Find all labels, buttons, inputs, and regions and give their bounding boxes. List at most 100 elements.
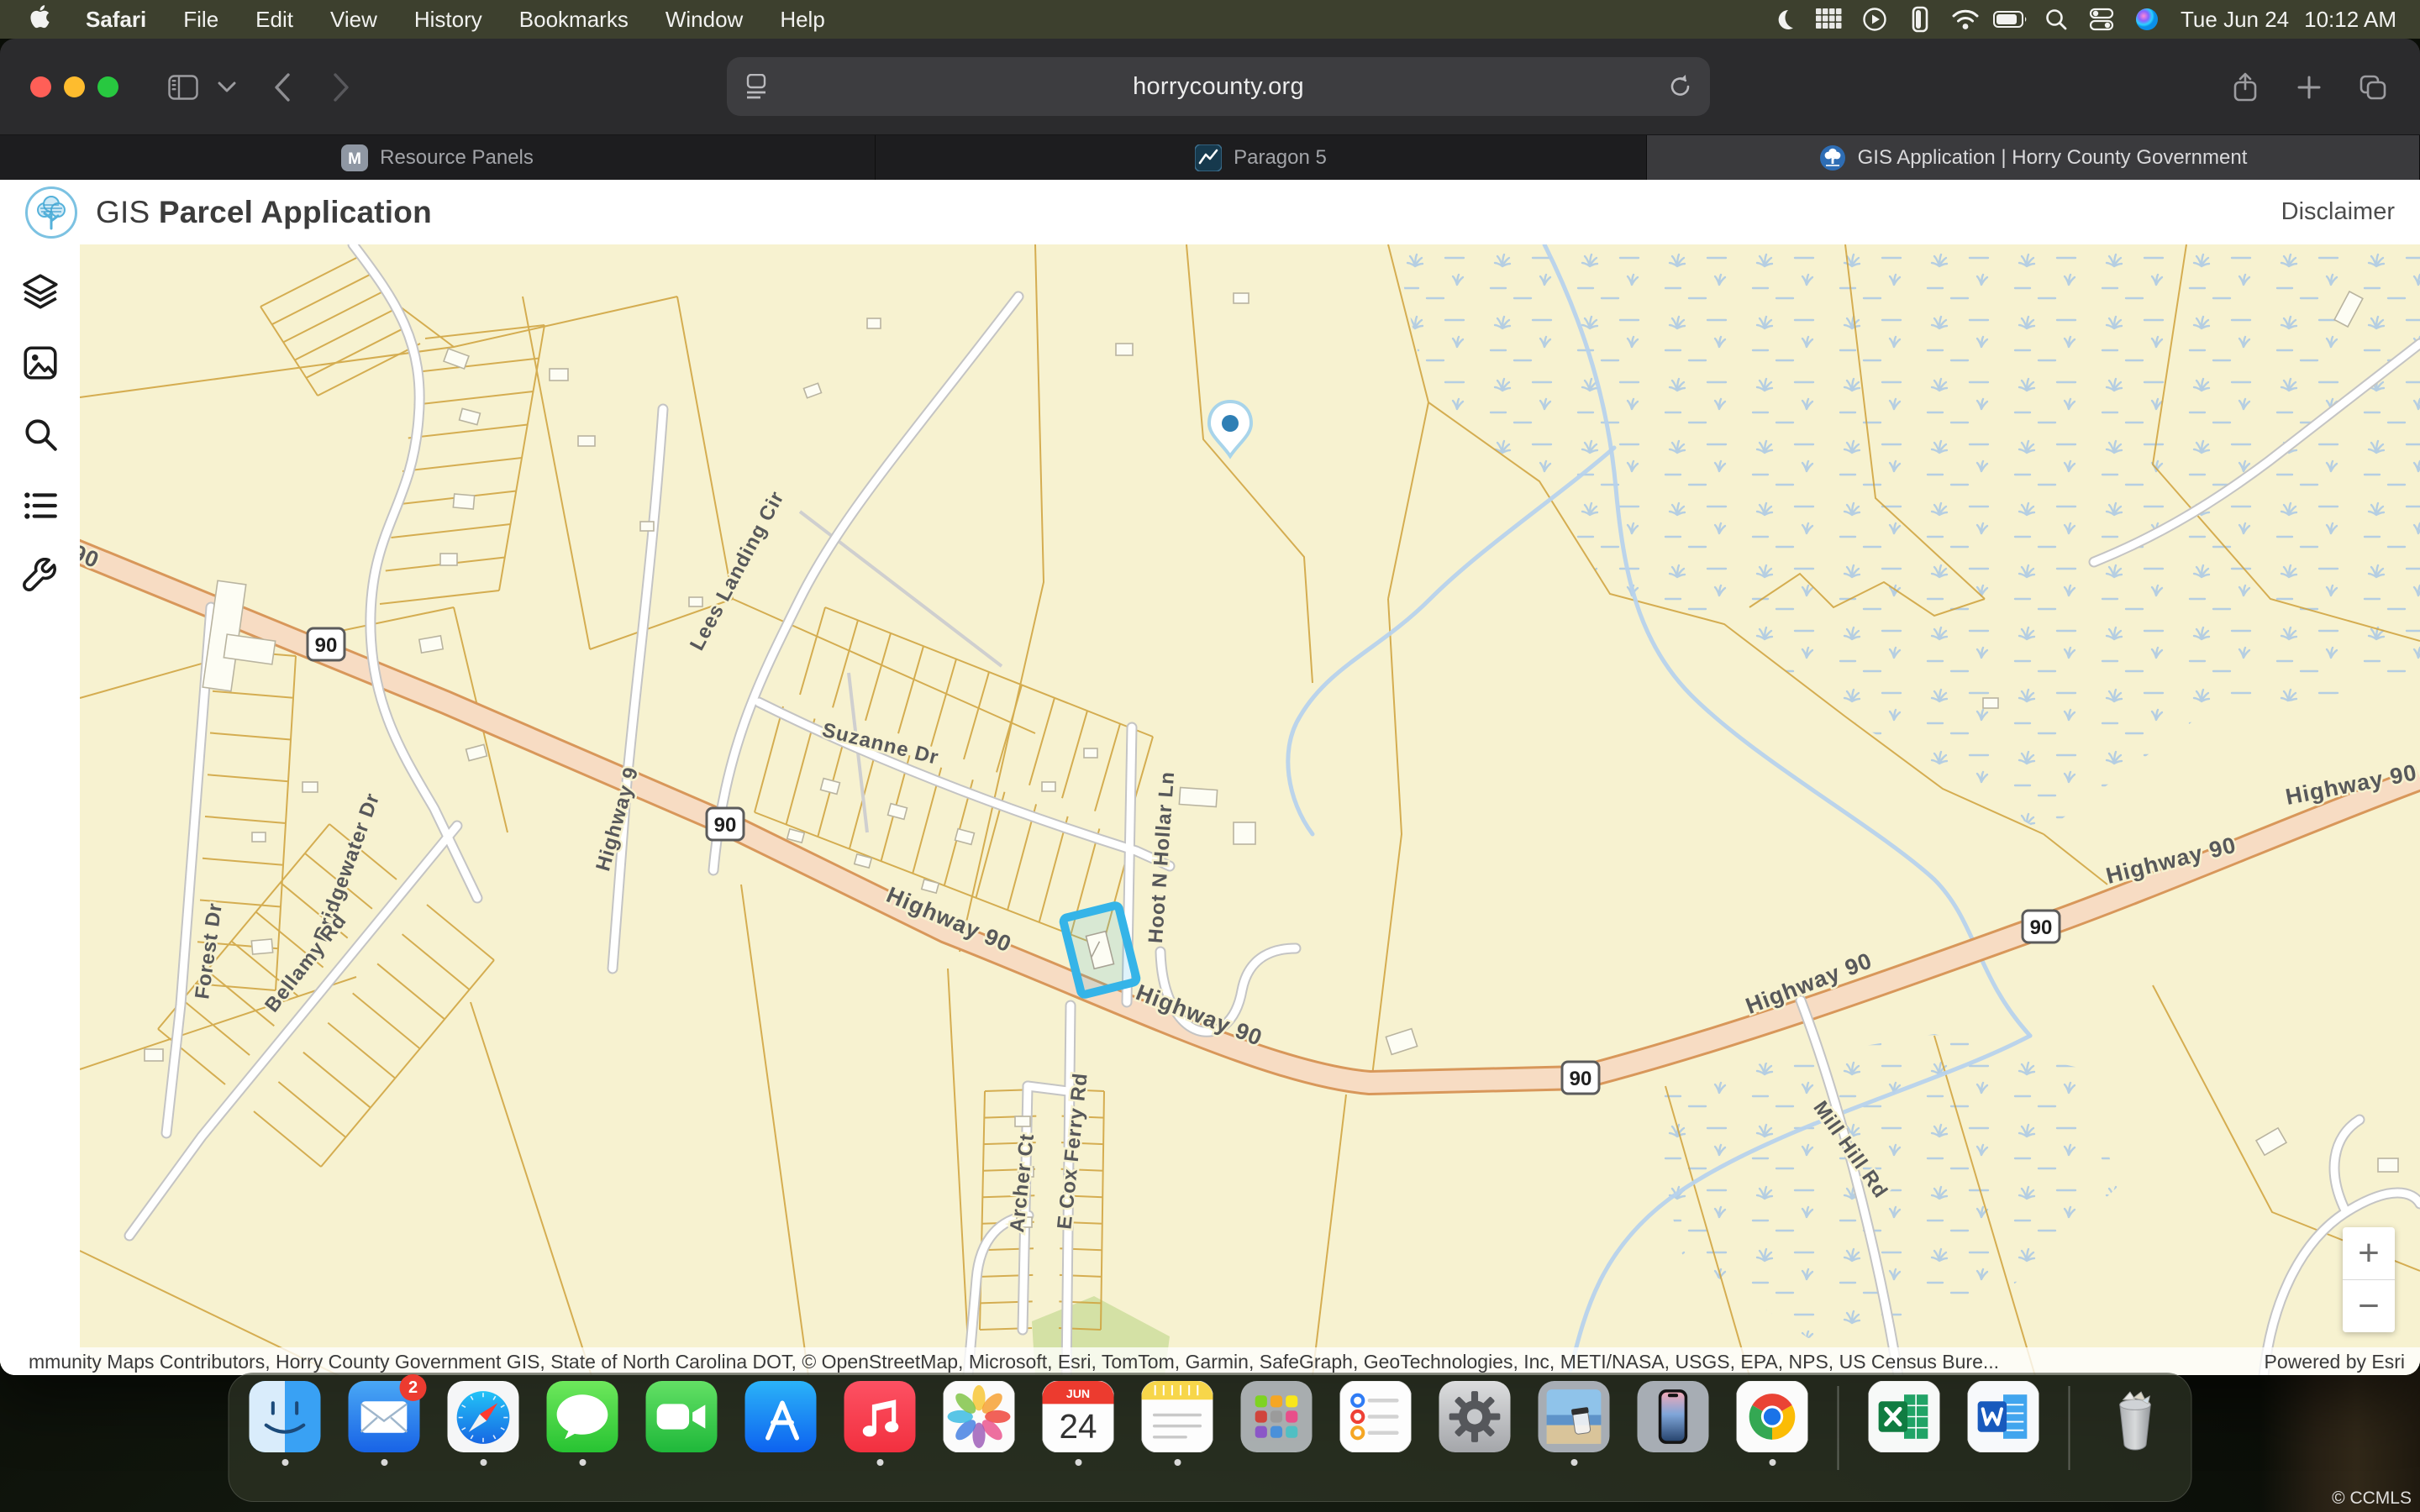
disclaimer-link[interactable]: Disclaimer xyxy=(2281,198,2395,226)
finder-icon xyxy=(250,1381,321,1452)
menu-item-view[interactable]: View xyxy=(312,0,396,39)
photo-viewer-icon xyxy=(1539,1381,1610,1452)
excel-icon xyxy=(1869,1381,1940,1452)
dock-item-system-settings[interactable] xyxy=(1439,1381,1511,1466)
back-button[interactable] xyxy=(266,71,299,104)
tab-1[interactable]: MResource Panels xyxy=(0,135,876,180)
page-title: GIS Parcel Application xyxy=(96,195,432,230)
address-bar[interactable]: horrycounty.org xyxy=(727,57,1710,116)
menu-item-bookmarks[interactable]: Bookmarks xyxy=(501,0,647,39)
dock-item-photo-viewer[interactable] xyxy=(1539,1381,1610,1466)
map-canvas[interactable]: Highway 90Highway 90Highway 90Highway 90… xyxy=(0,244,2420,1375)
menu-item-safari[interactable]: Safari xyxy=(67,0,165,39)
wallpaper-credit: © CCMLS xyxy=(2332,1488,2412,1509)
basemap-tool-icon[interactable] xyxy=(20,343,60,383)
menu-item-history[interactable]: History xyxy=(396,0,501,39)
tab-3[interactable]: GIS Application | Horry County Governmen… xyxy=(1647,135,2420,180)
dock-item-photos[interactable] xyxy=(944,1381,1015,1466)
dock-item-messages[interactable] xyxy=(547,1381,618,1466)
svg-text:24: 24 xyxy=(1059,1407,1097,1446)
share-button[interactable] xyxy=(2228,71,2262,104)
search-tool-icon[interactable] xyxy=(20,414,60,454)
menu-item-edit[interactable]: Edit xyxy=(237,0,312,39)
dock-item-word[interactable] xyxy=(1968,1381,2039,1466)
tab-2[interactable]: Paragon 5 xyxy=(876,135,1647,180)
spotlight-icon[interactable] xyxy=(2038,0,2075,39)
system-settings-icon xyxy=(1439,1381,1511,1452)
dock-item-calendar[interactable]: JUN 24 xyxy=(1043,1381,1114,1466)
running-indicator xyxy=(579,1459,586,1466)
running-indicator xyxy=(1769,1459,1776,1466)
siri-icon[interactable] xyxy=(2128,0,2165,39)
dock-item-reminders[interactable] xyxy=(1340,1381,1412,1466)
sidebar-toggle-icon[interactable] xyxy=(166,71,200,104)
display-icon[interactable] xyxy=(1902,0,1939,39)
browser-toolbar: horrycounty.org xyxy=(0,39,2420,134)
powered-by-esri: Powered by Esri xyxy=(2265,1351,2405,1373)
reload-icon[interactable] xyxy=(1651,74,1710,99)
gis-map[interactable]: Highway 90Highway 90Highway 90Highway 90… xyxy=(0,244,2420,1375)
window-minimize-button[interactable] xyxy=(64,76,85,97)
menu-item-file[interactable]: File xyxy=(165,0,237,39)
launchpad-icon xyxy=(1241,1381,1313,1452)
page-settings-icon[interactable] xyxy=(727,74,786,99)
menu-bar-clock[interactable]: Tue Jun 24 10:12 AM xyxy=(2174,7,2396,33)
tab-overview-button[interactable] xyxy=(2356,71,2390,104)
music-icon xyxy=(844,1381,916,1452)
zoom-in-button[interactable]: + xyxy=(2343,1227,2395,1280)
grid-icon[interactable] xyxy=(1811,0,1848,39)
mail-unread-badge: 2 xyxy=(400,1374,427,1401)
battery-icon[interactable] xyxy=(1992,0,2029,39)
svg-text:90: 90 xyxy=(315,634,338,657)
dock-item-music[interactable] xyxy=(844,1381,916,1466)
tools-tool-icon[interactable] xyxy=(20,557,60,597)
route-shield-90: 90 xyxy=(2023,911,2060,942)
chevron-down-icon[interactable] xyxy=(210,71,244,104)
dock-item-mail[interactable]: 2 xyxy=(349,1381,420,1466)
route-shield-90: 90 xyxy=(707,808,744,840)
tab-label: Resource Panels xyxy=(380,146,534,170)
app-header: GIS Parcel Application Disclaimer xyxy=(0,180,2420,244)
menu-item-help[interactable]: Help xyxy=(761,0,843,39)
chrome-icon xyxy=(1737,1381,1808,1452)
dock-item-app-store[interactable] xyxy=(745,1381,817,1466)
menu-bar-status: Tue Jun 24 10:12 AM xyxy=(1765,0,2396,39)
route-shield-90: 90 xyxy=(308,628,345,660)
dock-item-facetime[interactable] xyxy=(646,1381,718,1466)
control-center-icon[interactable] xyxy=(2083,0,2120,39)
dock-item-iphone-mirroring[interactable] xyxy=(1638,1381,1709,1466)
legend-tool-icon[interactable] xyxy=(20,486,60,526)
running-indicator xyxy=(1075,1459,1081,1466)
menu-item-window[interactable]: Window xyxy=(647,0,761,39)
forward-button[interactable] xyxy=(324,71,358,104)
dock-item-finder[interactable] xyxy=(250,1381,321,1466)
menu-bar-left: SafariFileEditViewHistoryBookmarksWindow… xyxy=(24,0,844,39)
dock-item-chrome[interactable] xyxy=(1737,1381,1808,1466)
window-close-button[interactable] xyxy=(30,76,51,97)
new-tab-button[interactable] xyxy=(2292,71,2326,104)
dock-item-safari[interactable] xyxy=(448,1381,519,1466)
svg-text:JUN: JUN xyxy=(1066,1388,1090,1401)
dock-item-launchpad[interactable] xyxy=(1241,1381,1313,1466)
menu-date: Tue Jun 24 xyxy=(2181,7,2289,33)
dock-item-excel[interactable] xyxy=(1869,1381,1940,1466)
apple-logo-icon xyxy=(29,4,50,35)
window-zoom-button[interactable] xyxy=(97,76,118,97)
moon-icon[interactable] xyxy=(1765,0,1802,39)
mail-icon: 2 xyxy=(349,1381,420,1452)
play-icon[interactable] xyxy=(1856,0,1893,39)
wifi-icon[interactable] xyxy=(1947,0,1984,39)
calendar-icon: JUN 24 xyxy=(1043,1381,1114,1452)
tab-label: Paragon 5 xyxy=(1234,146,1327,170)
layers-tool-icon[interactable] xyxy=(20,271,60,312)
apple-menu[interactable] xyxy=(24,4,67,35)
url-text: horrycounty.org xyxy=(786,73,1651,101)
svg-text:90: 90 xyxy=(714,814,737,837)
safari-icon xyxy=(448,1381,519,1452)
reminders-icon xyxy=(1340,1381,1412,1452)
dock-item-notes[interactable] xyxy=(1142,1381,1213,1466)
zoom-out-button[interactable]: − xyxy=(2343,1280,2395,1332)
dock-item-trash[interactable] xyxy=(2100,1381,2171,1466)
iphone-mirroring-icon xyxy=(1638,1381,1709,1452)
menu-bar: SafariFileEditViewHistoryBookmarksWindow… xyxy=(0,0,2420,39)
